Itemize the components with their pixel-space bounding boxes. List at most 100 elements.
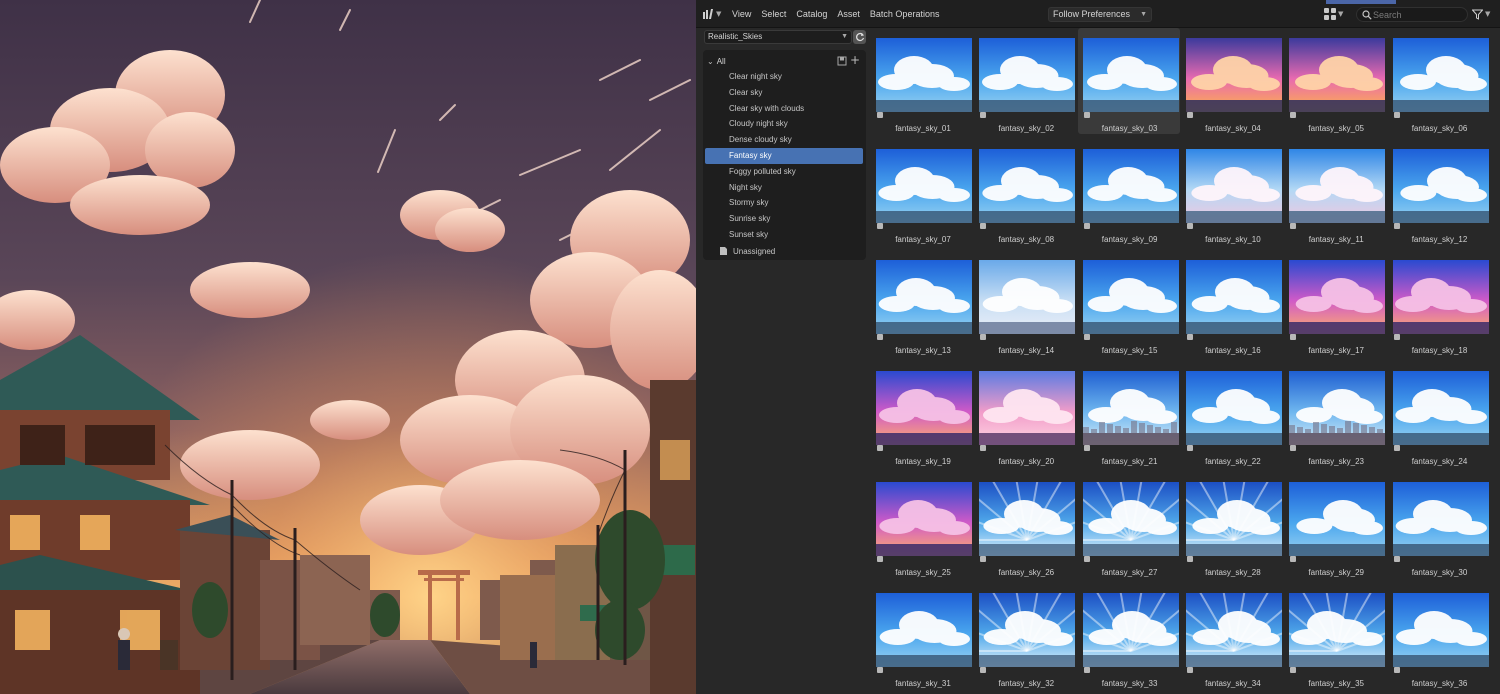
- asset-tile[interactable]: fantasy_sky_29: [1284, 472, 1386, 578]
- menu-asset[interactable]: Asset: [832, 0, 865, 28]
- asset-thumbnail: [876, 260, 972, 334]
- asset-tile[interactable]: fantasy_sky_24: [1388, 361, 1490, 467]
- asset-browser-header: ▼ View Select Catalog Asset Batch Operat…: [696, 0, 1500, 28]
- add-catalog-icon[interactable]: +: [850, 53, 860, 67]
- asset-name: fantasy_sky_14: [998, 346, 1055, 355]
- asset-type-icon: [1393, 223, 1400, 229]
- asset-tile[interactable]: fantasy_sky_01: [871, 28, 973, 134]
- asset-thumbnail: [979, 149, 1076, 223]
- asset-tile[interactable]: fantasy_sky_16: [1181, 250, 1283, 356]
- asset-tile[interactable]: fantasy_sky_10: [1181, 139, 1283, 245]
- editor-type-button[interactable]: ▼: [702, 6, 724, 22]
- asset-tile[interactable]: fantasy_sky_22: [1181, 361, 1283, 467]
- asset-thumbnail: [1392, 260, 1489, 334]
- asset-type-icon: [877, 112, 883, 118]
- catalog-all[interactable]: ⌄ All: [707, 54, 726, 68]
- refresh-library-button[interactable]: [853, 30, 866, 44]
- asset-tile[interactable]: fantasy_sky_19: [871, 361, 973, 467]
- asset-tile[interactable]: fantasy_sky_05: [1284, 28, 1386, 134]
- asset-tile[interactable]: fantasy_sky_15: [1078, 250, 1180, 356]
- catalog-item[interactable]: Dense cloudy sky: [705, 132, 863, 148]
- grid-icon: [1324, 8, 1336, 20]
- import-method-dropdown[interactable]: Follow Preferences ▼: [1048, 7, 1152, 22]
- save-catalog-icon[interactable]: [837, 56, 847, 66]
- asset-tile[interactable]: fantasy_sky_26: [974, 472, 1076, 578]
- catalog-item[interactable]: Cloudy night sky: [705, 116, 863, 132]
- catalog-item[interactable]: Night sky: [705, 180, 863, 196]
- catalog-item[interactable]: Stormy sky: [705, 195, 863, 211]
- asset-type-icon: [1393, 112, 1400, 118]
- asset-thumbnail: [1289, 260, 1386, 334]
- chevron-down-icon[interactable]: ⌄: [707, 57, 714, 66]
- asset-type-icon: [1083, 556, 1090, 562]
- menu-view[interactable]: View: [727, 0, 756, 28]
- asset-tile[interactable]: fantasy_sky_31: [871, 583, 973, 689]
- asset-name: fantasy_sky_03: [1101, 124, 1158, 133]
- import-method-label: Follow Preferences: [1053, 9, 1131, 19]
- catalog-item[interactable]: Sunrise sky: [705, 211, 863, 227]
- search-input[interactable]: [1373, 8, 1465, 21]
- asset-tile[interactable]: fantasy_sky_25: [871, 472, 973, 578]
- header-tab-indicator: [1326, 0, 1396, 4]
- asset-tile[interactable]: fantasy_sky_14: [974, 250, 1076, 356]
- asset-type-icon: [1393, 556, 1400, 562]
- asset-tile[interactable]: fantasy_sky_33: [1078, 583, 1180, 689]
- asset-tile[interactable]: fantasy_sky_17: [1284, 250, 1386, 356]
- asset-tile[interactable]: fantasy_sky_36: [1388, 583, 1490, 689]
- catalog-item[interactable]: Foggy polluted sky: [705, 164, 863, 180]
- asset-thumbnail: [876, 38, 972, 112]
- catalog-item[interactable]: Clear night sky: [705, 69, 863, 85]
- asset-name: fantasy_sky_36: [1411, 679, 1468, 688]
- catalog-item[interactable]: Clear sky with clouds: [705, 101, 863, 117]
- asset-name: fantasy_sky_09: [1101, 235, 1158, 244]
- catalog-item-selected[interactable]: Fantasy sky: [705, 147, 863, 164]
- asset-thumbnail: [1289, 482, 1386, 556]
- menu-catalog[interactable]: Catalog: [791, 0, 832, 28]
- asset-name: fantasy_sky_11: [1308, 235, 1364, 244]
- catalog-item[interactable]: Clear sky: [705, 85, 863, 101]
- asset-tile[interactable]: fantasy_sky_04: [1181, 28, 1283, 134]
- asset-type-icon: [980, 334, 987, 340]
- asset-tile[interactable]: fantasy_sky_18: [1388, 250, 1490, 356]
- asset-tile[interactable]: fantasy_sky_30: [1388, 472, 1490, 578]
- asset-tile[interactable]: fantasy_sky_32: [974, 583, 1076, 689]
- asset-name: fantasy_sky_02: [998, 124, 1055, 133]
- asset-tile[interactable]: fantasy_sky_20: [974, 361, 1076, 467]
- asset-tile[interactable]: fantasy_sky_28: [1181, 472, 1283, 578]
- asset-tile[interactable]: fantasy_sky_23: [1284, 361, 1386, 467]
- asset-tile[interactable]: fantasy_sky_06: [1388, 28, 1490, 134]
- menu-batch-operations[interactable]: Batch Operations: [865, 0, 945, 28]
- filter-button[interactable]: ▼: [1472, 6, 1496, 22]
- asset-tile[interactable]: fantasy_sky_03: [1077, 28, 1180, 134]
- asset-tile[interactable]: fantasy_sky_07: [871, 139, 973, 245]
- asset-thumbnail: [876, 593, 972, 667]
- asset-thumbnail: [979, 371, 1076, 445]
- asset-thumbnail: [1082, 149, 1179, 223]
- asset-library-select[interactable]: Realistic_Skies ▼: [704, 30, 852, 44]
- display-mode-button[interactable]: ▼: [1324, 6, 1352, 22]
- asset-tile[interactable]: fantasy_sky_35: [1284, 583, 1386, 689]
- asset-type-icon: [980, 112, 987, 118]
- asset-tile[interactable]: fantasy_sky_02: [974, 28, 1076, 134]
- asset-type-icon: [1290, 556, 1297, 562]
- asset-name: fantasy_sky_04: [1205, 124, 1261, 133]
- viewport-render[interactable]: [0, 0, 696, 694]
- asset-type-icon: [1290, 223, 1297, 229]
- asset-tile[interactable]: fantasy_sky_27: [1078, 472, 1180, 578]
- asset-tile[interactable]: fantasy_sky_09: [1078, 139, 1180, 245]
- catalog-item[interactable]: Sunset sky: [705, 227, 863, 243]
- catalog-list: Clear night sky Clear sky Clear sky with…: [705, 69, 863, 243]
- asset-tile[interactable]: fantasy_sky_13: [871, 250, 973, 356]
- asset-type-icon: [1393, 445, 1400, 451]
- asset-tile[interactable]: fantasy_sky_08: [974, 139, 1076, 245]
- asset-library-label: Realistic_Skies: [708, 32, 763, 41]
- catalog-all-label: All: [716, 56, 726, 66]
- menu-select[interactable]: Select: [756, 0, 791, 28]
- asset-tile[interactable]: fantasy_sky_21: [1078, 361, 1180, 467]
- catalog-unassigned[interactable]: Unassigned: [719, 244, 775, 258]
- asset-tile[interactable]: fantasy_sky_34: [1181, 583, 1283, 689]
- search-field[interactable]: [1356, 7, 1468, 22]
- asset-tile[interactable]: fantasy_sky_12: [1388, 139, 1490, 245]
- asset-tile[interactable]: fantasy_sky_11: [1284, 139, 1386, 245]
- asset-type-icon: [1186, 334, 1193, 340]
